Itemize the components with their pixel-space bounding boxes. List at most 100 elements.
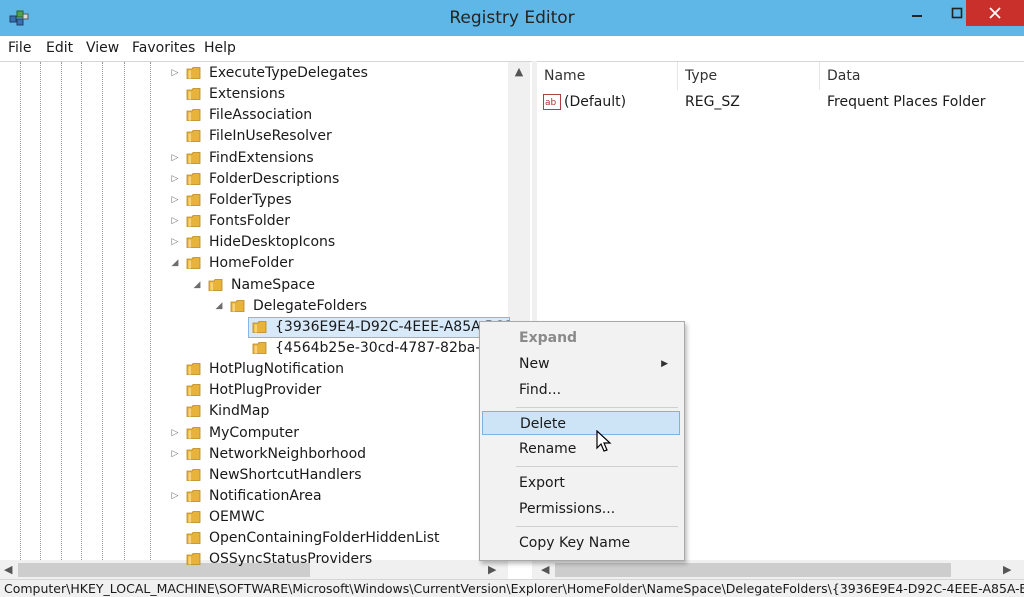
context-menu-permissions[interactable]: Permissions...: [482, 497, 680, 521]
folder-icon: [186, 447, 202, 461]
scroll-left-arrow-icon[interactable]: ◀: [541, 560, 549, 580]
folder-icon: [186, 510, 202, 524]
tree-node[interactable]: Extensions: [0, 84, 508, 105]
registry-key-tree[interactable]: ▲ ◀ ▶ ▷ ExecuteTypeDelegates Extensions Fil…: [0, 61, 532, 580]
scroll-up-arrow-icon[interactable]: ▲: [508, 62, 530, 82]
tree-node-label: HomeFolder: [209, 255, 294, 272]
expand-arrow-icon[interactable]: ▷: [170, 174, 180, 184]
tree-node-label: NewShortcutHandlers: [209, 466, 362, 483]
menu-favorites[interactable]: Favorites: [132, 40, 195, 56]
tree-node[interactable]: OSSyncStatusProviders: [0, 549, 508, 570]
tree-node-label: OSSyncStatusProviders: [209, 551, 373, 568]
tree-node[interactable]: HotPlugNotification: [0, 359, 508, 380]
context-menu: Expand New ▶ Find... Delete Rename Expor…: [479, 321, 685, 561]
tree-node[interactable]: OEMWC: [0, 507, 508, 528]
tree-node[interactable]: ◢ DelegateFolders: [0, 296, 508, 317]
tree-node[interactable]: ▷ FontsFolder: [0, 211, 508, 232]
close-button[interactable]: [966, 0, 1024, 26]
tree-node-label: HideDesktopIcons: [209, 234, 336, 251]
tree-node[interactable]: KindMap: [0, 401, 508, 422]
tree-node-label: NameSpace: [231, 276, 315, 293]
context-menu-rename[interactable]: Rename: [482, 437, 680, 461]
tree-node-label: FontsFolder: [209, 213, 291, 230]
tree-node[interactable]: ▷ FolderDescriptions: [0, 169, 508, 190]
tree-node[interactable]: ▷ MyComputer: [0, 423, 508, 444]
folder-icon: [252, 320, 268, 334]
folder-icon: [186, 383, 202, 397]
submenu-arrow-icon: ▶: [661, 359, 668, 369]
svg-text:ab: ab: [545, 98, 557, 108]
column-header-name[interactable]: Name: [537, 62, 678, 90]
context-menu-find[interactable]: Find...: [482, 378, 680, 402]
tree-node[interactable]: ▷ FolderTypes: [0, 190, 508, 211]
tree-node[interactable]: ◢ HomeFolder: [0, 253, 508, 274]
folder-icon: [186, 552, 202, 566]
tree-node[interactable]: ▷ NetworkNeighborhood: [0, 444, 508, 465]
expand-arrow-icon[interactable]: ▷: [170, 428, 180, 438]
tree-node[interactable]: NewShortcutHandlers: [0, 465, 508, 486]
folder-icon: [186, 468, 202, 482]
values-horizontal-scrollbar[interactable]: ◀ ▶: [537, 560, 1024, 580]
values-scroll-thumb[interactable]: [555, 563, 951, 577]
folder-icon: [186, 87, 202, 101]
expand-arrow-icon[interactable]: ▷: [170, 449, 180, 459]
menu-file[interactable]: File: [8, 40, 31, 56]
folder-icon: [186, 426, 202, 440]
context-menu-delete[interactable]: Delete: [482, 411, 680, 435]
tree-node[interactable]: ▷ NotificationArea: [0, 486, 508, 507]
menu-view[interactable]: View: [86, 40, 119, 56]
folder-icon: [186, 404, 202, 418]
collapse-arrow-icon[interactable]: ◢: [192, 280, 202, 290]
tree-node-label: {3936E9E4-D92C-4EEE-A85A-BC1: [275, 318, 513, 335]
tree-node[interactable]: ▷ FindExtensions: [0, 148, 508, 169]
tree-node-label: OpenContainingFolderHiddenList: [209, 530, 440, 547]
folder-icon: [186, 256, 202, 270]
expand-arrow-icon[interactable]: ▷: [170, 216, 180, 226]
tree-node-label: FileAssociation: [209, 107, 313, 124]
folder-icon: [186, 214, 202, 228]
tree-node[interactable]: FileInUseResolver: [0, 126, 508, 147]
expand-arrow-icon[interactable]: ▷: [170, 491, 180, 501]
menu-separator: [516, 407, 678, 408]
tree-node[interactable]: OpenContainingFolderHiddenList: [0, 528, 508, 549]
folder-icon: [186, 151, 202, 165]
context-menu-expand[interactable]: Expand: [482, 326, 680, 350]
tree-node[interactable]: FileAssociation: [0, 105, 508, 126]
expand-arrow-icon[interactable]: ▷: [170, 237, 180, 247]
tree-node-label: FolderDescriptions: [209, 170, 340, 187]
expand-arrow-icon[interactable]: ▷: [170, 153, 180, 163]
tree-node[interactable]: ▷ ExecuteTypeDelegates: [0, 63, 508, 84]
context-menu-copy-key-name[interactable]: Copy Key Name: [482, 531, 680, 555]
folder-icon: [186, 235, 202, 249]
menu-edit[interactable]: Edit: [46, 40, 73, 56]
close-icon: [989, 7, 1001, 19]
title-bar[interactable]: Registry Editor: [0, 0, 1024, 36]
string-value-icon: ab: [543, 94, 561, 110]
tree-node[interactable]: HotPlugProvider: [0, 380, 508, 401]
tree-node-label: FindExtensions: [209, 149, 314, 166]
value-row[interactable]: ab (Default) REG_SZ Frequent Places Fold…: [537, 90, 1024, 114]
tree-node[interactable]: ▷ HideDesktopIcons: [0, 232, 508, 253]
expand-arrow-icon[interactable]: ▷: [170, 195, 180, 205]
tree-node-label: OEMWC: [209, 509, 265, 526]
tree-node-label: NotificationArea: [209, 488, 322, 504]
tree-node[interactable]: {3936E9E4-D92C-4EEE-A85A-BC1: [0, 316, 513, 338]
collapse-arrow-icon[interactable]: ◢: [170, 258, 180, 268]
context-menu-new[interactable]: New ▶: [482, 352, 680, 376]
folder-icon: [186, 489, 202, 503]
folder-icon: [186, 531, 202, 545]
status-bar-key-path: Computer\HKEY_LOCAL_MACHINE\SOFTWARE\Mic…: [0, 579, 1024, 597]
tree-node-label: FileInUseResolver: [209, 128, 332, 145]
column-header-data[interactable]: Data: [820, 62, 1024, 90]
context-menu-new-label: New: [519, 356, 550, 372]
expand-arrow-icon[interactable]: ▷: [170, 68, 180, 78]
collapse-arrow-icon[interactable]: ◢: [214, 301, 224, 311]
tree-node[interactable]: {4564b25e-30cd-4787-82ba-39e7: [0, 338, 516, 359]
folder-icon: [186, 108, 202, 122]
tree-node-label: ExecuteTypeDelegates: [209, 65, 368, 81]
menu-help[interactable]: Help: [204, 40, 236, 56]
context-menu-export[interactable]: Export: [482, 471, 680, 495]
tree-node[interactable]: ◢ NameSpace: [0, 275, 508, 296]
column-header-type[interactable]: Type: [678, 62, 820, 90]
scroll-right-arrow-icon[interactable]: ▶: [1003, 560, 1011, 580]
